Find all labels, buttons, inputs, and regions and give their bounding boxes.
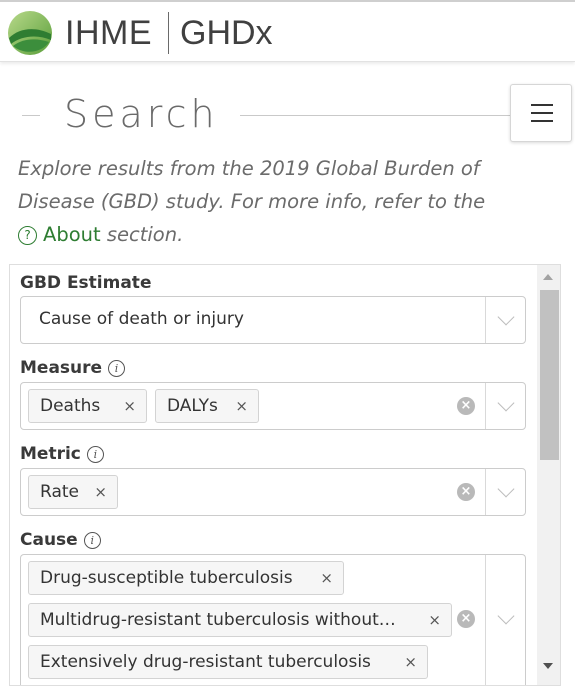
- remove-tag-icon[interactable]: ×: [235, 390, 248, 422]
- chevron-down-icon[interactable]: [497, 308, 515, 326]
- title-rule-right: [240, 115, 515, 116]
- gbd-estimate-value: Cause of death or injury: [39, 309, 244, 329]
- measure-label-text: Measure: [20, 358, 103, 378]
- info-icon[interactable]: i: [108, 360, 126, 377]
- ihme-logo-icon[interactable]: [7, 10, 53, 56]
- intro-suffix: section.: [106, 223, 184, 246]
- intro-body: Explore results from the 2019 Global Bur…: [18, 157, 486, 213]
- clear-all-icon[interactable]: ×: [457, 610, 475, 628]
- measure-label: Measure i: [20, 358, 126, 378]
- gbd-estimate-label: GBD Estimate: [20, 273, 151, 293]
- scrollbar[interactable]: [537, 265, 560, 685]
- dropdown-separator: [485, 383, 486, 429]
- remove-tag-icon[interactable]: ×: [94, 476, 107, 508]
- tag-label: Multidrug-resistant tuberculosis without…: [40, 610, 396, 630]
- remove-tag-icon[interactable]: ×: [428, 604, 441, 636]
- chevron-down-icon[interactable]: [497, 394, 515, 412]
- tag-label: DALYs: [167, 396, 218, 416]
- info-icon[interactable]: i: [83, 532, 101, 549]
- tag-label: Drug-susceptible tuberculosis: [40, 568, 293, 588]
- cause-label-text: Cause: [20, 530, 78, 550]
- help-circle-icon: ?: [18, 226, 37, 245]
- metric-tag-rate: Rate ×: [28, 475, 118, 509]
- hamburger-icon-bar: [531, 112, 553, 114]
- metric-label-text: Metric: [20, 444, 81, 464]
- scrollbar-thumb[interactable]: [540, 290, 559, 460]
- cause-tag: Drug-susceptible tuberculosis ×: [28, 561, 344, 595]
- tag-label: Extensively drug-resistant tuberculosis: [40, 652, 371, 672]
- clear-all-icon[interactable]: ×: [457, 397, 475, 415]
- about-link-label[interactable]: About: [43, 223, 101, 246]
- remove-tag-icon[interactable]: ×: [404, 646, 417, 678]
- title-rule-left: [22, 115, 40, 116]
- remove-tag-icon[interactable]: ×: [320, 562, 333, 594]
- gbd-estimate-select[interactable]: Cause of death or injury: [20, 296, 526, 344]
- menu-button[interactable]: [510, 84, 572, 142]
- brand-ihme[interactable]: IHME: [65, 14, 152, 53]
- dropdown-separator: [485, 469, 486, 515]
- scroll-up-arrow-icon[interactable]: [543, 274, 553, 280]
- metric-select[interactable]: Rate × ×: [20, 468, 526, 516]
- measure-select[interactable]: Deaths × DALYs × ×: [20, 382, 526, 430]
- info-icon[interactable]: i: [86, 446, 104, 463]
- site-header: IHME GHDx: [0, 0, 575, 62]
- clear-all-icon[interactable]: ×: [457, 483, 475, 501]
- brand-ghdx[interactable]: GHDx: [180, 14, 273, 53]
- measure-tag-deaths: Deaths ×: [28, 389, 147, 423]
- chevron-down-icon[interactable]: [497, 607, 515, 625]
- page-title: Search: [64, 92, 219, 136]
- gbd-estimate-label-text: GBD Estimate: [20, 273, 152, 293]
- metric-label: Metric i: [20, 444, 104, 464]
- dropdown-separator: [485, 297, 486, 343]
- tag-label: Deaths: [40, 396, 101, 416]
- remove-tag-icon[interactable]: ×: [123, 390, 136, 422]
- cause-label: Cause i: [20, 530, 101, 550]
- about-link[interactable]: ? About: [18, 223, 101, 246]
- measure-tag-dalys: DALYs ×: [155, 389, 259, 423]
- cause-tag: Extensively drug-resistant tuberculosis …: [28, 645, 428, 679]
- scroll-down-arrow-icon[interactable]: [543, 663, 553, 669]
- chevron-down-icon[interactable]: [497, 480, 515, 498]
- brand-divider: [168, 12, 169, 54]
- tag-label: Rate: [40, 482, 79, 502]
- hamburger-icon-bar: [531, 104, 553, 106]
- hamburger-icon-bar: [531, 120, 553, 122]
- dropdown-separator: [485, 555, 486, 685]
- cause-tag: Multidrug-resistant tuberculosis without…: [28, 603, 452, 637]
- intro-text: Explore results from the 2019 Global Bur…: [18, 152, 548, 251]
- cause-select[interactable]: Drug-susceptible tuberculosis × Multidru…: [20, 554, 526, 685]
- search-panel: GBD Estimate Cause of death or injury Me…: [9, 264, 561, 686]
